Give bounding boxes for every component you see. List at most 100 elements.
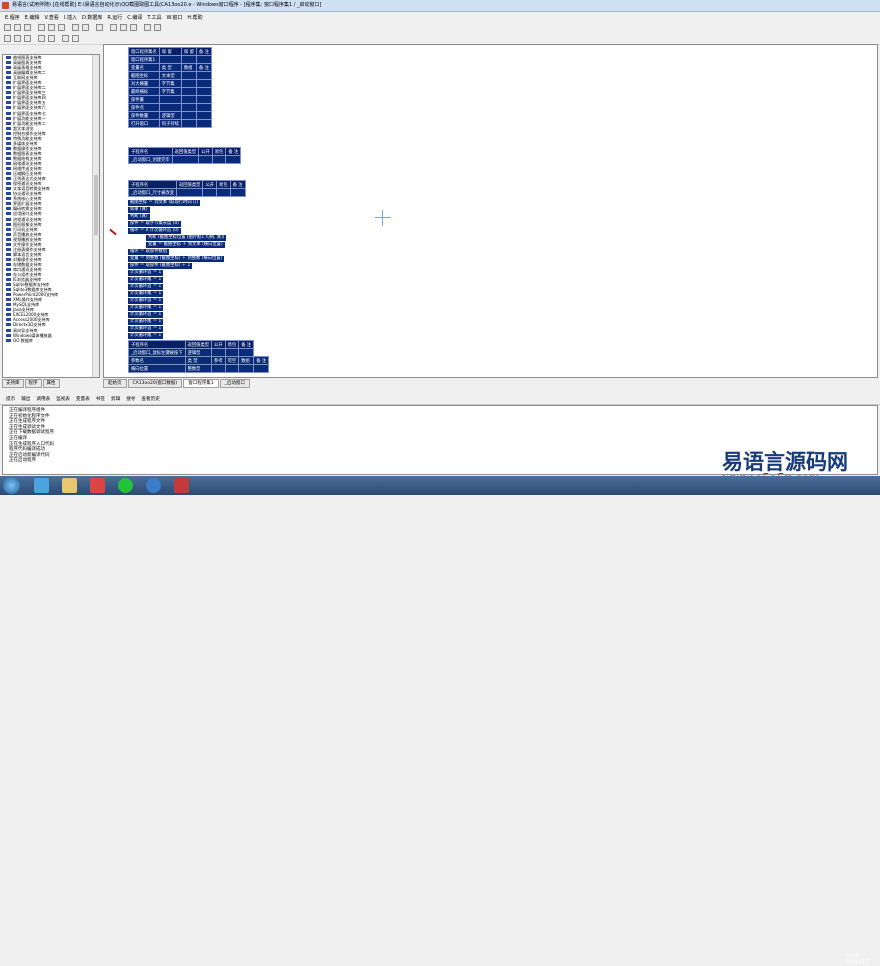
- table-cell[interactable]: 整数型: [184, 364, 213, 373]
- tab-variable-table[interactable]: 变量表: [76, 396, 90, 402]
- table-cell[interactable]: 最终横标: [128, 87, 160, 96]
- table-cell[interactable]: 部件点: [128, 103, 160, 112]
- menu-compile[interactable]: C.编译: [127, 14, 142, 21]
- table-cell[interactable]: 备 注: [225, 147, 242, 156]
- support-library-tree[interactable]: 曲线图表支持库 高级图表支持库 高级表格支持库 高级编辑支持库二 互联网支持库 扩展界面支…: [2, 54, 100, 378]
- table-cell[interactable]: [238, 364, 255, 373]
- table-cell[interactable]: _启动窗口_尺寸被改变: [128, 188, 177, 197]
- menu-view[interactable]: V.查看: [45, 14, 59, 21]
- table-cell[interactable]: 字节集: [158, 79, 182, 88]
- table-row[interactable]: _启动窗口_鼠标左键被按下 逻辑型: [128, 348, 269, 357]
- table-cell[interactable]: [195, 119, 212, 128]
- menu-help[interactable]: H.帮助: [187, 14, 202, 21]
- table-cell[interactable]: 部件量: [128, 95, 160, 104]
- code-line[interactable]: 计次循环首 ＝ 1: [128, 312, 164, 318]
- table-cell[interactable]: [171, 155, 200, 164]
- compile-icon[interactable]: [110, 24, 117, 31]
- explorer-icon[interactable]: [62, 478, 77, 493]
- table-cell[interactable]: [195, 71, 212, 80]
- green-app-icon[interactable]: [118, 478, 133, 493]
- code-line[interactable]: 部件 ＝ 取部件 (截图坐标) ＋ 1: [128, 263, 193, 269]
- library-item[interactable]: OO 数据库: [3, 338, 99, 343]
- table-cell[interactable]: [180, 111, 197, 120]
- tab-output[interactable]: 输出: [21, 396, 30, 402]
- step-over-icon[interactable]: [154, 24, 161, 31]
- tab-search[interactable]: 搜寻: [126, 396, 135, 402]
- table-row[interactable]: 部件数量 逻辑型: [128, 111, 212, 120]
- menu-database[interactable]: D.数据库: [82, 14, 102, 21]
- code-line[interactable]: 计次循环尾 ＝ 1: [128, 333, 164, 339]
- subroutine-table-created[interactable]: 子程序名 返回值类型 公开 易包备 注 _启动窗口_创建完毕: [128, 147, 242, 164]
- table-cell[interactable]: 备 注: [195, 47, 212, 56]
- table-cell[interactable]: [224, 348, 240, 357]
- run-icon[interactable]: [120, 24, 127, 31]
- tab-window-data[interactable]: CA13oo20(窗口数据): [127, 379, 183, 388]
- table-cell[interactable]: [198, 155, 213, 164]
- tab-program[interactable]: 程序: [24, 379, 42, 388]
- table-row[interactable]: 部件点: [128, 103, 212, 112]
- table-row[interactable]: 窗口程序集名保 留保 留备 注: [128, 47, 212, 56]
- tab-bookmark[interactable]: 书签: [96, 396, 105, 402]
- table-cell[interactable]: 子程序名: [128, 180, 177, 189]
- code-editor[interactable]: [103, 44, 878, 378]
- menu-edit[interactable]: E.编辑: [25, 14, 40, 21]
- table-cell[interactable]: 部件数量: [128, 111, 160, 120]
- undo-icon[interactable]: [72, 24, 79, 31]
- table-row[interactable]: _启动窗口_创建完毕: [128, 155, 242, 164]
- tab-window-program-set[interactable]: 窗口程序集1: [183, 379, 219, 388]
- code-line[interactable]: 计次循环首 ＝ 1: [128, 326, 164, 332]
- code-line[interactable]: 判断 (真): [128, 214, 150, 220]
- table-cell[interactable]: [180, 103, 197, 112]
- ie-icon[interactable]: [34, 478, 49, 493]
- table-cell[interactable]: [224, 364, 240, 373]
- table-cell[interactable]: [180, 71, 197, 80]
- table-cell[interactable]: 数组: [238, 356, 255, 365]
- grid-icon[interactable]: [62, 35, 69, 42]
- system-clock[interactable]: 15:52 2015/11/7: [846, 954, 869, 966]
- find-icon[interactable]: [96, 24, 103, 31]
- tab-clip[interactable]: 剪辑: [111, 396, 120, 402]
- table-cell[interactable]: [180, 87, 197, 96]
- code-line[interactable]: 计次循环首 ＝ 1: [128, 284, 164, 290]
- code-line[interactable]: 计次循环首 ＝ 1: [128, 298, 164, 304]
- table-cell[interactable]: [180, 95, 197, 104]
- table-cell[interactable]: 易包: [211, 147, 227, 156]
- menu-tools[interactable]: T.工具: [147, 14, 161, 21]
- bring-front-icon[interactable]: [38, 35, 45, 42]
- tab-start-page[interactable]: 起始页: [103, 379, 127, 388]
- table-cell[interactable]: 可空: [224, 356, 240, 365]
- table-cell[interactable]: 文本型: [158, 71, 182, 80]
- table-cell[interactable]: 返回值类型: [171, 147, 200, 156]
- table-cell[interactable]: 窗口程序集名: [128, 47, 160, 56]
- table-row[interactable]: _启动窗口_尺寸被改变: [128, 188, 246, 197]
- lock-icon[interactable]: [72, 35, 79, 42]
- table-cell[interactable]: [195, 79, 212, 88]
- table-cell[interactable]: 逻辑型: [158, 111, 182, 120]
- menu-window[interactable]: W.窗口: [166, 14, 182, 21]
- table-cell[interactable]: 截图坐标: [128, 71, 160, 80]
- send-back-icon[interactable]: [48, 35, 55, 42]
- table-cell[interactable]: 逻辑型: [184, 348, 213, 357]
- paste-icon[interactable]: [58, 24, 65, 31]
- table-cell[interactable]: [158, 103, 182, 112]
- table-cell[interactable]: 公开: [198, 147, 213, 156]
- table-cell[interactable]: 返回值类型: [175, 180, 204, 189]
- code-line[interactable]: 计次循环首 ＝ 1: [128, 270, 164, 276]
- code-line[interactable]: 计次循环尾 ＝ 1: [128, 291, 164, 297]
- table-cell[interactable]: [211, 364, 226, 373]
- clock-app-icon[interactable]: [146, 478, 161, 493]
- cut-icon[interactable]: [38, 24, 45, 31]
- table-row[interactable]: 截图坐标 文本型: [128, 71, 212, 80]
- table-cell[interactable]: 备 注: [229, 180, 246, 189]
- e-language-icon[interactable]: [174, 478, 189, 493]
- table-cell[interactable]: [180, 55, 197, 64]
- code-line[interactable]: 计次循环尾 ＝ 1: [128, 305, 164, 311]
- table-cell[interactable]: 公开: [211, 340, 226, 349]
- menu-program[interactable]: E.程序: [5, 14, 20, 21]
- tab-hint[interactable]: 提示: [6, 396, 15, 402]
- table-cell[interactable]: 窗口程序集1: [128, 55, 160, 64]
- table-row[interactable]: 对大横量 字节集: [128, 79, 212, 88]
- table-cell[interactable]: 字节集: [158, 87, 182, 96]
- table-cell[interactable]: 类 型: [158, 63, 182, 72]
- table-cell[interactable]: 返回值类型: [184, 340, 213, 349]
